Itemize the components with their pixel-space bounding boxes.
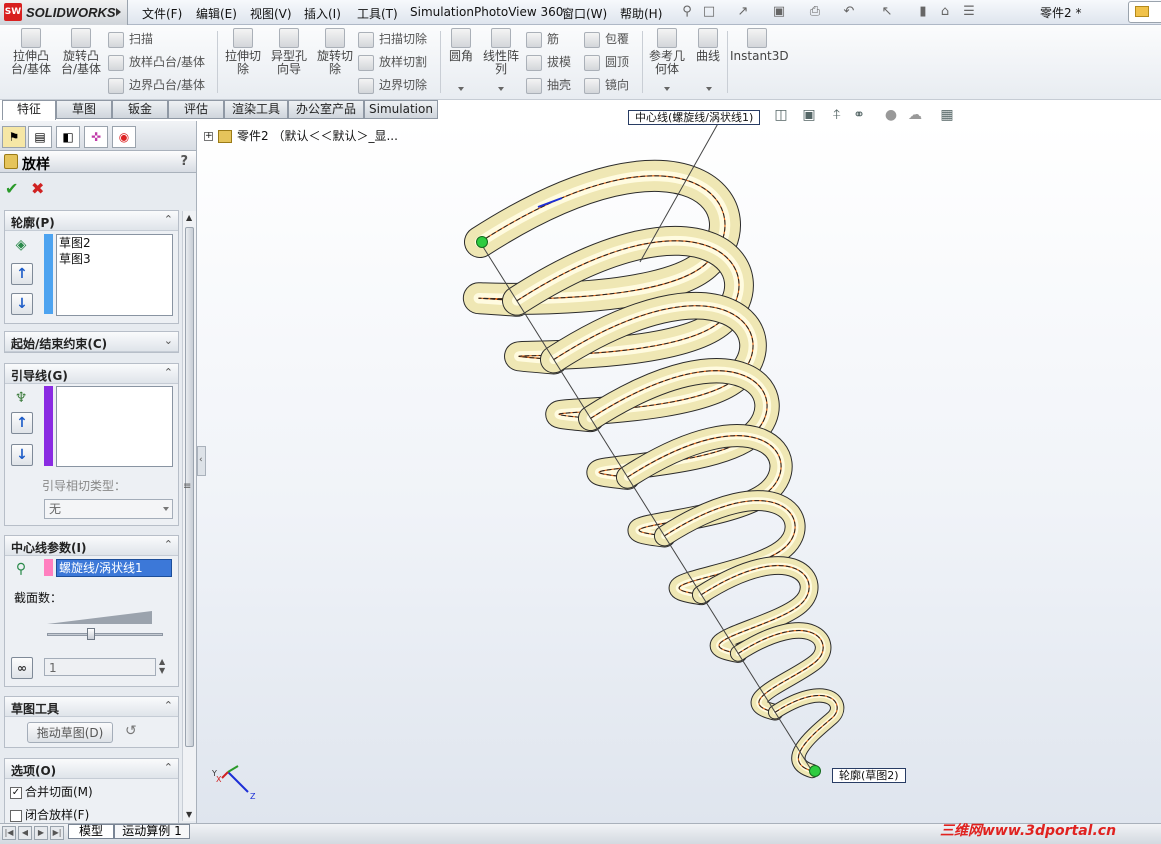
tab-model[interactable]: 模型: [68, 824, 114, 839]
centerline-callout[interactable]: 中心线(螺旋线/涡状线1): [628, 110, 761, 125]
start-point-marker[interactable]: [476, 236, 488, 248]
tab-motion-study[interactable]: 运动算例 1: [114, 824, 190, 839]
end-point-marker[interactable]: [809, 765, 821, 777]
last-tab-icon[interactable]: ▶|: [50, 826, 64, 840]
watermark: 三维网www.3dportal.cn: [940, 823, 1117, 839]
part-icon: [218, 130, 232, 143]
coordinate-triad: Y X Z: [211, 765, 256, 801]
svg-text:Z: Z: [250, 792, 256, 801]
spring-coils[interactable]: [463, 159, 845, 779]
section-view-icon[interactable]: ⍏: [828, 106, 846, 124]
svg-text:X: X: [216, 775, 222, 784]
prev-tab-icon[interactable]: ◀: [18, 826, 32, 840]
view-settings-icon[interactable]: ▦: [938, 106, 956, 124]
feature-tree-root[interactable]: + 零件2 （默认＜＜默认＞_显...: [204, 127, 398, 144]
profile-callout[interactable]: 轮廓(草图2): [832, 768, 906, 783]
first-tab-icon[interactable]: |◀: [2, 826, 16, 840]
next-tab-icon[interactable]: ▶: [34, 826, 48, 840]
scene-icon[interactable]: ☁: [906, 106, 924, 124]
appearance-icon[interactable]: ●: [882, 106, 900, 124]
view-orientation-icon[interactable]: ◫: [772, 106, 790, 124]
helix-spring-model[interactable]: [0, 0, 1161, 844]
hide-show-icon[interactable]: ⚭: [850, 106, 868, 124]
expand-plus-icon[interactable]: +: [204, 132, 213, 141]
display-style-icon[interactable]: ▣: [800, 106, 818, 124]
